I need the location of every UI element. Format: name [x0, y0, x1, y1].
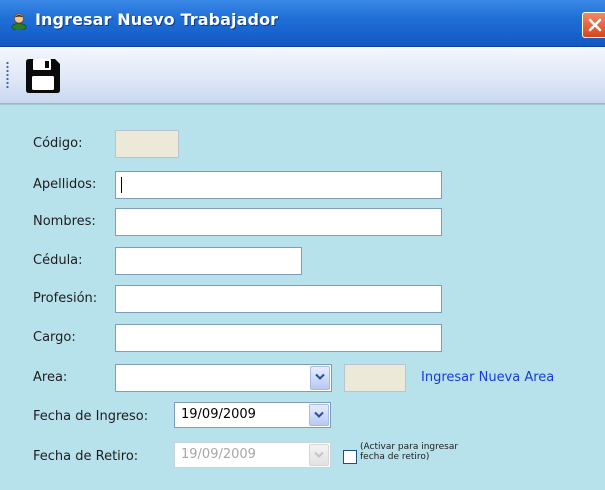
- area-label: Area:: [33, 370, 68, 385]
- window: Ingresar Nuevo Trabajador Código: Apelli…: [0, 0, 605, 490]
- close-icon: [588, 18, 602, 32]
- chevron-down-icon: [314, 451, 324, 458]
- fecha-retiro-picker: 19/09/2009: [174, 442, 331, 468]
- new-area-link[interactable]: Ingresar Nueva Area: [421, 370, 554, 385]
- fecha-retiro-note-line1: (Activar para ingresar: [360, 442, 459, 452]
- profesion-label: Profesión:: [33, 291, 98, 306]
- floppy-disk-icon: [26, 59, 60, 93]
- apellidos-label: Apellidos:: [33, 177, 97, 192]
- user-icon: [11, 12, 27, 31]
- title-bar[interactable]: Ingresar Nuevo Trabajador: [0, 0, 605, 47]
- fecha-ingreso-picker[interactable]: 19/09/2009: [174, 402, 331, 428]
- fecha-retiro-value: 19/09/2009: [181, 447, 256, 462]
- fecha-ingreso-label: Fecha de Ingreso:: [33, 409, 149, 424]
- codigo-field: [115, 130, 179, 158]
- cargo-field[interactable]: [115, 324, 442, 352]
- worker-form: Código: Apellidos: Nombres: Cédula: Prof…: [0, 104, 605, 490]
- text-cursor: [121, 177, 122, 193]
- window-title: Ingresar Nuevo Trabajador: [35, 10, 279, 29]
- area-dropdown-button[interactable]: [310, 366, 330, 390]
- activar-fecha-retiro-checkbox[interactable]: [343, 450, 357, 464]
- fecha-ingreso-dropdown-button[interactable]: [309, 404, 329, 426]
- area-select[interactable]: [115, 364, 332, 392]
- profesion-field[interactable]: [115, 285, 442, 313]
- chevron-down-icon: [314, 411, 324, 418]
- fecha-retiro-note: (Activar para ingresar fecha de retiro): [360, 442, 458, 462]
- close-button[interactable]: [582, 12, 605, 38]
- toolbar: [0, 47, 605, 104]
- toolbar-grip[interactable]: [6, 61, 9, 89]
- fecha-retiro-dropdown-button: [309, 444, 329, 466]
- fecha-ingreso-value: 19/09/2009: [181, 407, 256, 422]
- save-button[interactable]: [22, 56, 64, 96]
- nombres-label: Nombres:: [33, 214, 96, 229]
- codigo-label: Código:: [33, 136, 83, 151]
- nombres-field[interactable]: [115, 208, 442, 236]
- fecha-retiro-label: Fecha de Retiro:: [33, 449, 139, 464]
- cedula-label: Cédula:: [33, 253, 83, 268]
- cargo-label: Cargo:: [33, 330, 76, 345]
- apellidos-field[interactable]: [115, 171, 442, 199]
- chevron-down-icon: [315, 373, 325, 380]
- fecha-retiro-note-line2: fecha de retiro): [360, 452, 430, 462]
- area-code-field: [344, 364, 406, 392]
- cedula-field[interactable]: [115, 247, 302, 275]
